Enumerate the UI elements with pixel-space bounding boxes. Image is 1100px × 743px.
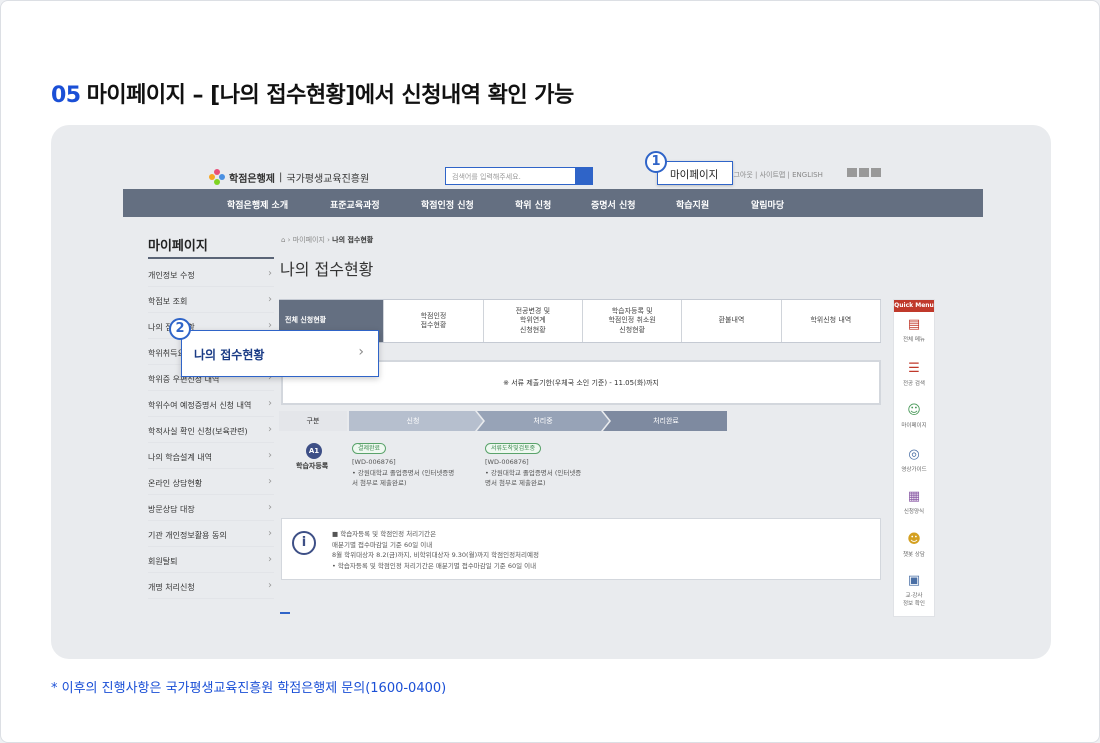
quick-major-search[interactable]: ☰ 전공 검색 [894,361,934,388]
section-number: 05 [51,83,81,108]
nav-item-degree[interactable]: 학위 신청 [515,198,551,211]
quick-menu: Quick Menu ▤ 전체 메뉴 ☰ 전공 검색 ☺ 마이페이지 ◎ 영상가이드 ▦… [893,299,935,617]
my-status-callout[interactable]: 나의 접수현황 › [181,330,379,377]
sidebar-divider [148,257,274,259]
quick-all-menu[interactable]: ▤ 전체 메뉴 [894,317,934,344]
site-mockup: 학점은행제 | 국가평생교육진흥원 검색어를 입력해주세요. 로그아웃 | 사이… [123,151,983,623]
sidebar-item[interactable]: 기관 개인정보활용 동의 › [148,521,274,547]
tab-degree[interactable]: 학위신청 내역 [781,300,881,342]
logo-icon [209,169,225,185]
breadcrumb-current: 나의 접수현황 [332,236,374,244]
chevron-right-icon: › [268,424,272,435]
row-col1-details: [WD-006876] • 강원대학교 졸업증명서 (인터넷증명 서 첨부로 제… [352,458,455,488]
step-complete: 처리완료 [653,417,679,425]
chevron-right-icon: › [268,502,272,513]
nav-item-certificate[interactable]: 증명서 신청 [591,198,636,211]
nav-item-notice[interactable]: 알림마당 [751,198,784,211]
chevron-right-icon: › [268,580,272,591]
home-icon[interactable]: ⌂ [281,236,285,244]
chatbot-icon: ☻ [907,532,921,547]
quick-forms[interactable]: ▦ 신청양식 [894,489,934,516]
font-larger-button[interactable] [871,168,881,177]
row-badge: A1 [306,443,322,459]
chevron-right-icon: › [268,294,272,305]
breadcrumb: ⌂ › 마이페이지 › 나의 접수현황 [281,236,374,244]
step-processing: 처리중 [533,417,553,425]
info-box: i ■ 학습자등록 및 학점인정 처리기간은 매분기별 접수마감일 기준 60일… [281,518,881,580]
chevron-right-icon: › [268,450,272,461]
chevron-right-icon: › [268,528,272,539]
nav-item-credit[interactable]: 학점인정 신청 [421,198,474,211]
progress-steps: 구분 신청 처리중 처리완료 [279,411,727,431]
chevron-right-icon: › [268,476,272,487]
chevron-right-icon: › [268,398,272,409]
quick-mypage[interactable]: ☺ 마이페이지 [894,403,934,430]
quick-video-guide[interactable]: ◎ 영상가이드 [894,447,934,474]
content-card: 05 마이페이지 – [나의 접수현황]에서 신청내역 확인 가능 학점은행제 |… [0,0,1100,743]
status-badge: 서류도착및검토중 [485,443,542,454]
search-button[interactable] [575,167,593,185]
font-reset-button[interactable] [859,168,869,177]
sidebar-item[interactable]: 학점보 조회 › [148,287,274,313]
headset-icon: ◎ [908,447,920,462]
sidebar-item[interactable]: 방문상담 대장 › [148,495,274,521]
tab-learner-registration[interactable]: 학습자등록 및 학점인정 취소원 신청현황 [582,300,683,342]
nav-item-curriculum[interactable]: 표준교육과정 [330,198,380,211]
footnote: * 이후의 진행사항은 국가평생교육진흥원 학점은행제 문의(1600-0400… [51,681,447,696]
row-col2-details: [WD-006876] • 강원대학교 졸업증명서 (인터넷증 명서 첨부로 제… [485,458,582,488]
page-title: 나의 접수현황 [280,260,374,279]
logo-org: 국가평생교육진흥원 [286,173,370,185]
tab-credit[interactable]: 학점인정 접수현황 [384,300,484,342]
quick-menu-title: Quick Menu [894,300,934,312]
section-heading: 05 마이페이지 – [나의 접수현황]에서 신청내역 확인 가능 [51,77,574,109]
search-input[interactable]: 검색어를 입력해주세요. [445,167,577,185]
tab-major-change[interactable]: 전공변경 및 학위연계 신청현황 [483,300,583,342]
step-badge-2: 2 [169,318,191,340]
info-icon: i [292,531,316,555]
sidebar-item[interactable]: 학적사실 확인 신청(보육관련) › [148,417,274,443]
divider [280,612,290,614]
mypage-callout[interactable]: 마이페이지 [657,161,733,185]
sidebar-item[interactable]: 회원탈퇴 › [148,547,274,573]
font-size-controls[interactable] [847,168,881,177]
sidebar-item[interactable]: 나의 학습설계 내역 › [148,443,274,469]
section-title: 마이페이지 – [나의 접수현황]에서 신청내역 확인 가능 [86,83,575,108]
step-badge-1: 1 [645,151,667,173]
row-label: 학습자등록 [296,462,329,470]
sidebar-item[interactable]: 학위수여 예정증명서 신청 내역 › [148,391,274,417]
site-logo[interactable]: 학점은행제 | 국가평생교육진흥원 [209,169,369,185]
chevron-right-icon: › [268,268,272,279]
quick-chatbot[interactable]: ☻ 챗봇 상담 [894,532,934,559]
nav-item-support[interactable]: 학습지원 [676,198,709,211]
status-badge: 결제완료 [352,443,387,454]
font-smaller-button[interactable] [847,168,857,177]
sidebar-title: 마이페이지 [148,239,208,254]
logo-name: 학점은행제 [229,173,275,185]
step-apply: 신청 [406,417,420,425]
document-icon: ▦ [907,489,921,504]
utility-links[interactable]: 로그아웃 | 사이트맵 | ENGLISH [727,170,823,180]
breadcrumb-parent[interactable]: 마이페이지 [293,236,325,244]
sidebar-item[interactable]: 개명 처리신청 › [148,573,274,599]
sidebar-item[interactable]: 온라인 상담현황 › [148,469,274,495]
user-icon: ☺ [907,403,921,418]
tab-refund[interactable]: 환불내역 [682,300,782,342]
quick-instructor-info[interactable]: ▣ 교·강사 정보 확인 [894,573,934,608]
search-list-icon: ☰ [908,361,920,376]
menu-icon: ▤ [907,317,921,332]
sidebar-item[interactable]: 개인정보 수정 › [148,261,274,287]
main-nav: 학점은행제 소개 표준교육과정 학점인정 신청 학위 신청 증명서 신청 학습지… [123,189,983,217]
id-card-icon: ▣ [907,573,921,588]
screenshot-panel: 학점은행제 | 국가평생교육진흥원 검색어를 입력해주세요. 로그아웃 | 사이… [51,125,1051,659]
chevron-right-icon: › [268,554,272,565]
nav-item-intro[interactable]: 학점은행제 소개 [227,198,288,211]
chevron-right-icon: › [358,344,364,360]
info-text: ■ 학습자등록 및 학점인정 처리기간은 매분기별 접수마감일 기준 60일 이… [332,530,539,571]
